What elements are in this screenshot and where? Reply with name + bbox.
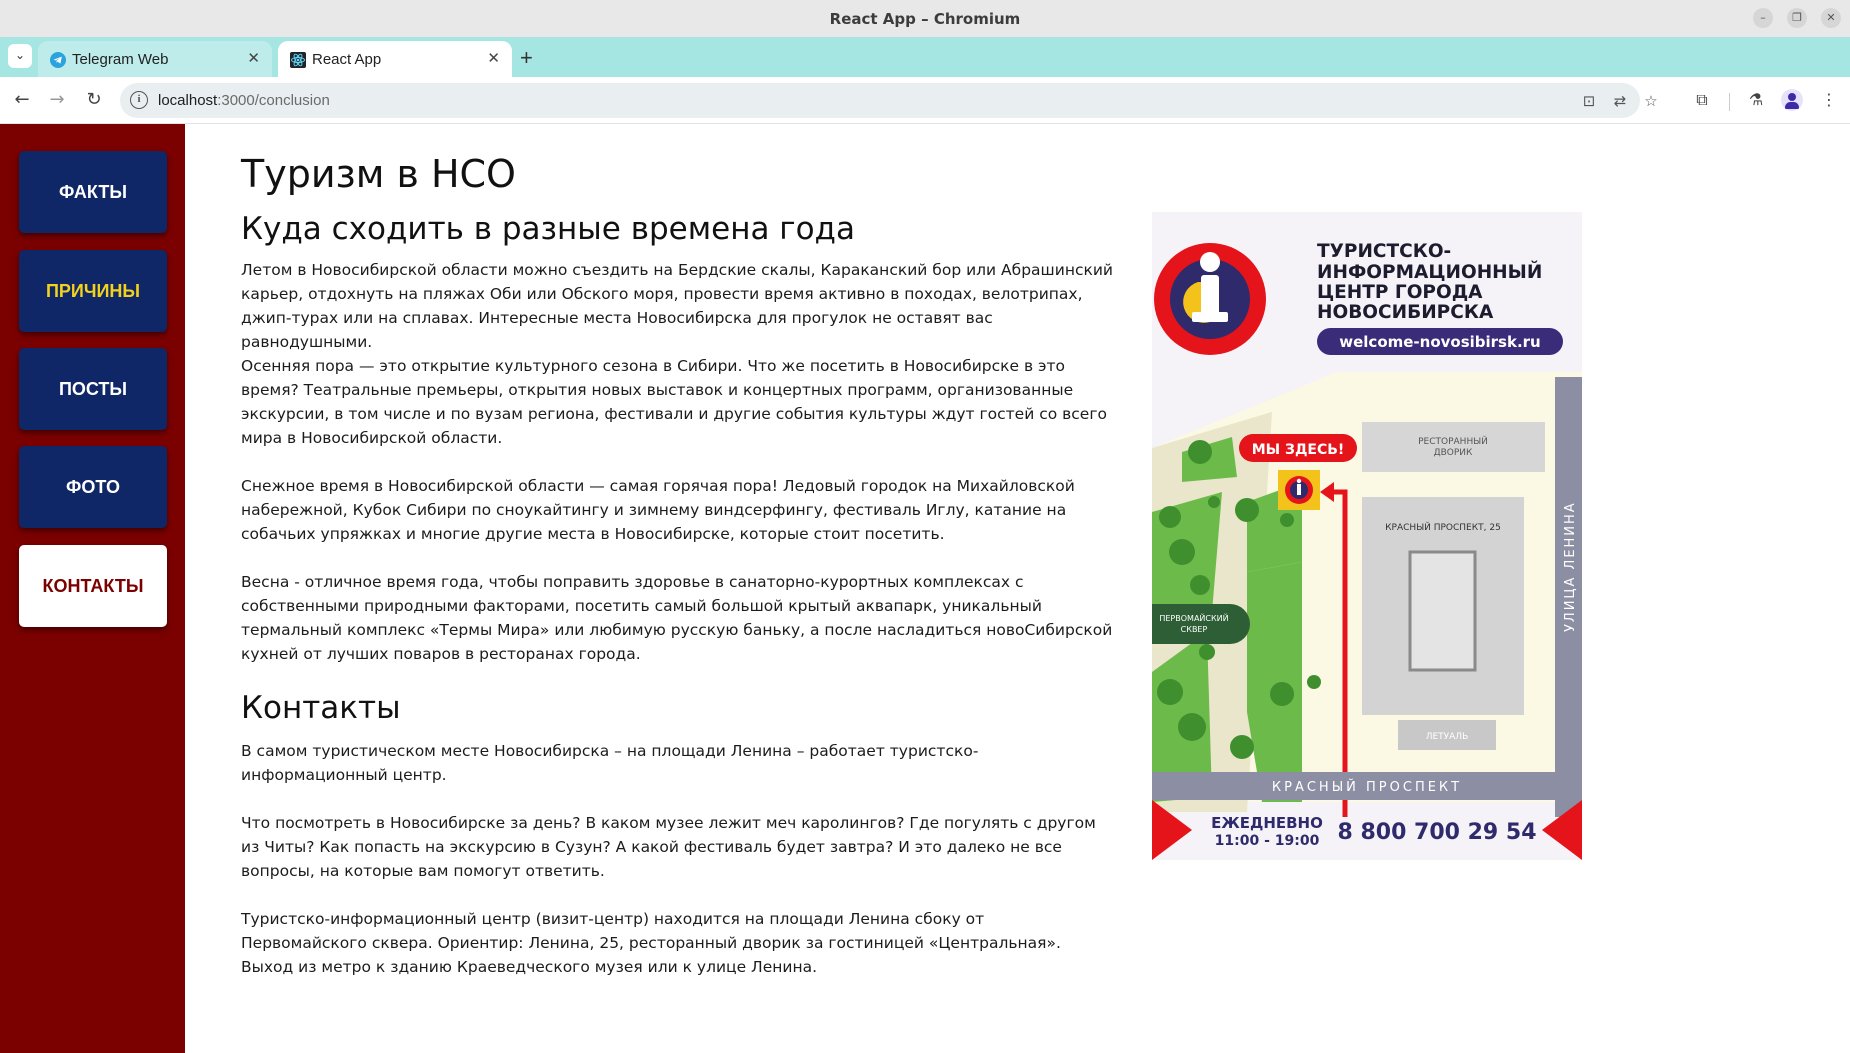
schedule-hours: 11:00 - 19:00 <box>1215 833 1320 849</box>
website-text: welcome-novosibirsk.ru <box>1339 333 1541 351</box>
contacts-heading: Контакты <box>241 690 401 726</box>
sidebar: ФАКТЫ ПРИЧИНЫ ПОСТЫ ФОТО КОНТАКТЫ <box>0 124 185 1053</box>
phone-number: 8 800 700 29 54 <box>1337 820 1536 845</box>
square-label-line-2: СКВЕР <box>1181 625 1208 634</box>
url-text[interactable]: localhost:3000/conclusion <box>158 92 330 109</box>
contacts-paragraph-3: Туристско-информационный центр (визит-це… <box>241 910 1061 976</box>
shop-label: ЛЕТУАЛЬ <box>1426 732 1469 742</box>
food-court-block <box>1362 422 1545 472</box>
building-label: КРАСНЫЙ ПРОСПЕКТ, 25 <box>1385 521 1501 533</box>
org-name-line-3: ЦЕНТР ГОРОДА <box>1317 282 1483 303</box>
spring-paragraph: Весна - отличное время года, чтобы попра… <box>241 573 1113 663</box>
org-name-line-2: ИНФОРМАЦИОННЫЙ <box>1317 261 1542 283</box>
contacts-paragraph-1: В самом туристическом месте Новосибирска… <box>241 742 979 784</box>
page-title: Туризм в НСО <box>241 152 516 196</box>
tab-search-icon[interactable]: ⌄ <box>8 44 32 68</box>
site-info-icon[interactable]: i <box>130 91 148 109</box>
close-tab-icon[interactable]: ✕ <box>487 49 500 67</box>
react-icon <box>290 52 306 68</box>
food-court-line-2: ДВОРИК <box>1434 448 1473 458</box>
window-title: React App – Chromium <box>829 10 1021 28</box>
extensions-icon[interactable]: ⧉ <box>1691 89 1713 111</box>
you-are-here-text: МЫ ЗДЕСЬ! <box>1252 442 1345 458</box>
new-tab-icon[interactable]: + <box>520 45 533 71</box>
toolbar-divider <box>1729 93 1730 111</box>
contacts-paragraph-2: Что посмотреть в Новосибирске за день? В… <box>241 814 1096 880</box>
reload-icon[interactable]: ↻ <box>82 88 106 112</box>
restore-icon[interactable]: ❐ <box>1787 8 1807 28</box>
browser-toolbar: ← → ↻ i localhost:3000/conclusion ⊡ ⇄ ☆ … <box>0 77 1850 124</box>
bookmark-star-icon[interactable]: ☆ <box>1641 91 1661 111</box>
labs-flask-icon[interactable]: ⚗ <box>1745 89 1767 111</box>
url-host: localhost <box>158 92 218 109</box>
install-app-icon[interactable]: ⊡ <box>1579 91 1599 111</box>
summer-paragraph: Летом в Новосибирской области можно съез… <box>241 261 1113 351</box>
tab-strip: ⌄ Telegram Web ✕ React App ✕ + <box>0 37 1850 77</box>
url-path: :3000/conclusion <box>217 92 330 109</box>
tab-label: Telegram Web <box>72 51 169 68</box>
telegram-icon <box>50 52 66 68</box>
autumn-paragraph: Осенняя пора — это открытие культурного … <box>241 357 1107 447</box>
org-name-line-4: НОВОСИБИРСКА <box>1317 302 1494 323</box>
profile-avatar-icon[interactable] <box>1781 89 1803 111</box>
window-titlebar: React App – Chromium – ❐ ✕ <box>0 0 1850 37</box>
info-center-logo <box>1154 243 1266 355</box>
sidebar-item-facts[interactable]: ФАКТЫ <box>19 151 167 233</box>
square-label-line-1: ПЕРВОМАЙСКИЙ <box>1159 612 1228 623</box>
address-bar[interactable]: i localhost:3000/conclusion ⊡ ⇄ ☆ <box>120 83 1658 118</box>
close-window-icon[interactable]: ✕ <box>1821 8 1841 28</box>
schedule-label: ЕЖЕДНЕВНО <box>1211 814 1323 832</box>
tab-telegram[interactable]: Telegram Web ✕ <box>38 41 272 77</box>
food-court-line-1: РЕСТОРАННЫЙ <box>1418 435 1488 447</box>
sidebar-item-photo[interactable]: ФОТО <box>19 446 167 528</box>
winter-paragraph: Снежное время в Новосибирской области — … <box>241 477 1075 543</box>
lenina-street-label: УЛИЦА ЛЕНИНА <box>1563 501 1578 632</box>
location-map: УЛИЦА ЛЕНИНА ПЕРВОМАЙСКИЙ СКВЕР МЫ ЗДЕСЬ… <box>1152 372 1582 817</box>
sidebar-item-reasons[interactable]: ПРИЧИНЫ <box>19 250 167 332</box>
tab-react-app[interactable]: React App ✕ <box>278 41 512 77</box>
org-name-line-1: ТУРИСТСКО- <box>1317 241 1451 262</box>
minimize-icon[interactable]: – <box>1753 8 1773 28</box>
sidebar-item-contacts[interactable]: КОНТАКТЫ <box>19 545 167 627</box>
menu-kebab-icon[interactable]: ⋮ <box>1818 89 1840 111</box>
forward-icon[interactable]: → <box>45 88 69 112</box>
sidebar-item-posts[interactable]: ПОСТЫ <box>19 348 167 430</box>
seasons-heading: Куда сходить в разные времена года <box>241 211 855 247</box>
tab-label: React App <box>312 51 382 68</box>
translate-icon[interactable]: ⇄ <box>1610 91 1630 111</box>
krasny-prospekt-label: КРАСНЫЙ ПРОСПЕКТ <box>1272 779 1462 795</box>
tourist-center-poster: ТУРИСТСКО- ИНФОРМАЦИОННЫЙ ЦЕНТР ГОРОДА Н… <box>1152 212 1582 860</box>
back-icon[interactable]: ← <box>10 88 34 112</box>
close-tab-icon[interactable]: ✕ <box>247 49 260 67</box>
